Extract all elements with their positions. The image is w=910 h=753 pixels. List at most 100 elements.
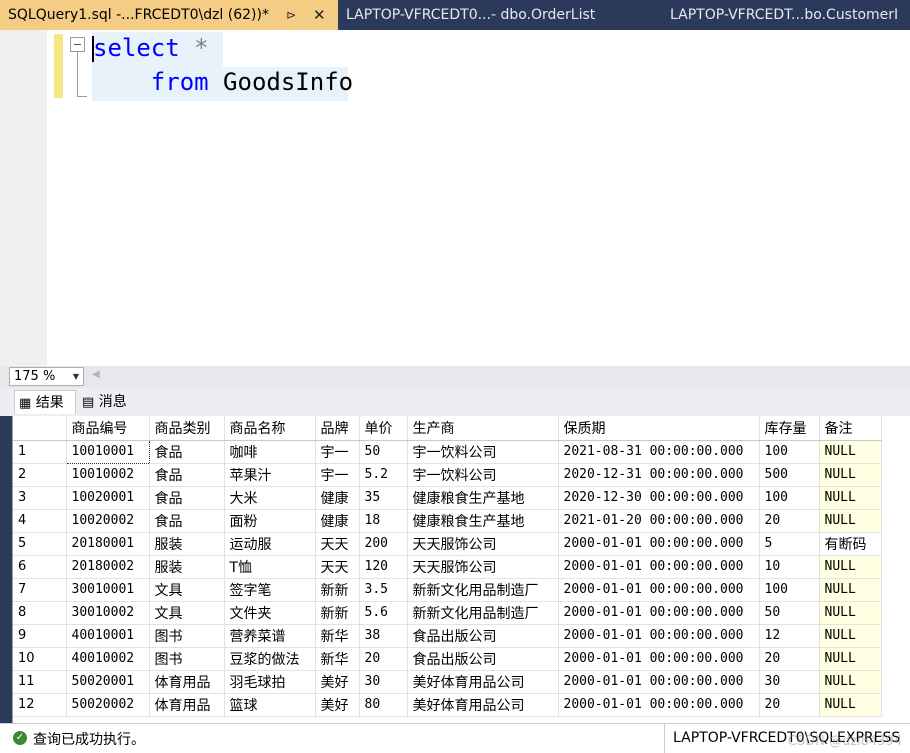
table-cell[interactable]: 美好体育用品公司: [407, 693, 559, 717]
tab-sqlquery1[interactable]: SQLQuery1.sql -...FRCEDT0\dzl (62))* ⊳ ✕: [0, 0, 338, 30]
table-cell[interactable]: 2021-08-31 00:00:00.000: [558, 440, 760, 464]
table-cell[interactable]: 健康: [315, 509, 360, 533]
table-cell[interactable]: 面粉: [224, 509, 316, 533]
table-cell[interactable]: 10020001: [66, 486, 150, 510]
table-row[interactable]: 2 10010002 食品 苹果汁 宇一 5.2 宇一饮料公司 2020-12-31 00:0…: [13, 463, 882, 487]
table-cell[interactable]: 500: [759, 463, 820, 487]
table-cell[interactable]: 20180002: [66, 555, 150, 579]
column-header[interactable]: 库存量: [759, 416, 820, 441]
table-cell[interactable]: 20: [759, 693, 820, 717]
table-cell[interactable]: NULL: [819, 555, 882, 579]
column-header[interactable]: 保质期: [558, 416, 760, 441]
pin-icon[interactable]: ⊳: [286, 0, 296, 30]
table-row[interactable]: 5 20180001 服装 运动服 天天 200 天天服饰公司 2000-01-01 00:0…: [13, 532, 882, 556]
table-cell[interactable]: 文具: [149, 578, 225, 602]
table-cell[interactable]: 100: [759, 578, 820, 602]
tab-customerinfo[interactable]: LAPTOP-VFRCEDT...bo.CustomerI: [662, 0, 910, 30]
table-row[interactable]: 3 10020001 食品 大米 健康 35 健康粮食生产基地 2020-12-30 00:0…: [13, 486, 882, 510]
table-cell[interactable]: 100: [759, 440, 820, 464]
table-cell[interactable]: 18: [359, 509, 408, 533]
table-cell[interactable]: 苹果汁: [224, 463, 316, 487]
table-cell[interactable]: 2000-01-01 00:00:00.000: [558, 532, 760, 556]
table-row[interactable]: 1 10010001 食品 咖啡 宇一 50 宇一饮料公司 2021-08-31 00:00:…: [13, 439, 882, 464]
table-cell[interactable]: 健康粮食生产基地: [407, 509, 559, 533]
tab-messages[interactable]: ▤ 消息: [78, 390, 140, 414]
table-cell[interactable]: 新新文化用品制造厂: [407, 601, 559, 625]
column-header[interactable]: 商品编号: [66, 416, 150, 441]
close-icon[interactable]: ✕: [313, 0, 326, 30]
table-cell[interactable]: 健康粮食生产基地: [407, 486, 559, 510]
table-cell[interactable]: NULL: [819, 486, 882, 510]
table-cell[interactable]: NULL: [819, 601, 882, 625]
table-cell[interactable]: T恤: [224, 555, 316, 579]
table-cell[interactable]: 20: [359, 647, 408, 671]
table-cell[interactable]: 美好: [315, 693, 360, 717]
table-cell[interactable]: 天天服饰公司: [407, 555, 559, 579]
column-header[interactable]: 备注: [819, 416, 882, 441]
table-cell[interactable]: 新新: [315, 601, 360, 625]
table-cell[interactable]: 篮球: [224, 693, 316, 717]
table-cell[interactable]: 20180001: [66, 532, 150, 556]
table-cell[interactable]: 美好体育用品公司: [407, 670, 559, 694]
table-cell[interactable]: 40010001: [66, 624, 150, 648]
table-cell[interactable]: 200: [359, 532, 408, 556]
table-cell[interactable]: 38: [359, 624, 408, 648]
tab-orderlist[interactable]: LAPTOP-VFRCEDT0...- dbo.OrderList: [338, 0, 656, 30]
table-cell[interactable]: 大米: [224, 486, 316, 510]
results-grid[interactable]: 商品编号 商品类别 商品名称 品牌 单价 生产商 保质期 库存量 备注 1 100…: [12, 416, 910, 723]
table-cell[interactable]: NULL: [819, 509, 882, 533]
table-cell[interactable]: 文具: [149, 601, 225, 625]
table-cell[interactable]: NULL: [819, 624, 882, 648]
column-header[interactable]: 商品类别: [149, 416, 225, 441]
table-cell[interactable]: NULL: [819, 670, 882, 694]
table-cell[interactable]: 2000-01-01 00:00:00.000: [558, 670, 760, 694]
table-row[interactable]: 12 50020002 体育用品 篮球 美好 80 美好体育用品公司 2000-01-01 0…: [13, 693, 882, 717]
table-cell[interactable]: 签字笔: [224, 578, 316, 602]
table-cell[interactable]: 2000-01-01 00:00:00.000: [558, 601, 760, 625]
table-cell[interactable]: 50: [359, 440, 408, 464]
table-cell[interactable]: 50: [759, 601, 820, 625]
column-header[interactable]: 单价: [359, 416, 408, 441]
table-cell[interactable]: 5: [759, 532, 820, 556]
table-cell[interactable]: 天天: [315, 555, 360, 579]
zoom-select[interactable]: 175 % ▼: [9, 367, 84, 386]
table-cell[interactable]: 服装: [149, 555, 225, 579]
table-cell[interactable]: NULL: [819, 440, 882, 464]
table-cell[interactable]: 2020-12-31 00:00:00.000: [558, 463, 760, 487]
table-cell[interactable]: 40010002: [66, 647, 150, 671]
table-cell[interactable]: 80: [359, 693, 408, 717]
table-cell[interactable]: 有断码: [819, 532, 882, 556]
table-cell[interactable]: 100: [759, 486, 820, 510]
table-cell[interactable]: 服装: [149, 532, 225, 556]
table-cell[interactable]: 宇一: [315, 440, 360, 464]
table-cell[interactable]: 10010002: [66, 463, 150, 487]
table-cell[interactable]: 新华: [315, 647, 360, 671]
query-editor[interactable]: select * from GoodsInfo: [0, 30, 910, 366]
table-row[interactable]: 7 30010001 文具 签字笔 新新 3.5 新新文化用品制造厂 2000-01-01 0…: [13, 578, 882, 602]
table-cell[interactable]: 食品: [149, 463, 225, 487]
table-row[interactable]: 8 30010002 文具 文件夹 新新 5.6 新新文化用品制造厂 2000-01-01 0…: [13, 601, 882, 625]
table-cell[interactable]: 30: [359, 670, 408, 694]
table-cell[interactable]: 食品: [149, 509, 225, 533]
table-row[interactable]: 11 50020001 体育用品 羽毛球拍 美好 30 美好体育用品公司 2000-01-01…: [13, 670, 882, 694]
table-cell[interactable]: 新华: [315, 624, 360, 648]
table-cell[interactable]: 35: [359, 486, 408, 510]
table-cell[interactable]: 宇一饮料公司: [407, 463, 559, 487]
table-cell[interactable]: 豆浆的做法: [224, 647, 316, 671]
table-cell[interactable]: 食品出版公司: [407, 647, 559, 671]
collapse-icon[interactable]: [70, 37, 85, 52]
table-cell[interactable]: 健康: [315, 486, 360, 510]
table-cell[interactable]: 营养菜谱: [224, 624, 316, 648]
table-cell[interactable]: 5.2: [359, 463, 408, 487]
table-cell[interactable]: 50020001: [66, 670, 150, 694]
table-cell[interactable]: 新新: [315, 578, 360, 602]
table-cell[interactable]: 2000-01-01 00:00:00.000: [558, 555, 760, 579]
scroll-left-icon[interactable]: ◀: [92, 369, 100, 380]
column-header[interactable]: 商品名称: [224, 416, 316, 441]
table-cell[interactable]: 30010001: [66, 578, 150, 602]
table-cell[interactable]: 20: [759, 647, 820, 671]
table-cell[interactable]: 食品: [149, 440, 225, 464]
table-cell[interactable]: NULL: [819, 578, 882, 602]
table-cell[interactable]: 2021-01-20 00:00:00.000: [558, 509, 760, 533]
table-cell[interactable]: 图书: [149, 647, 225, 671]
